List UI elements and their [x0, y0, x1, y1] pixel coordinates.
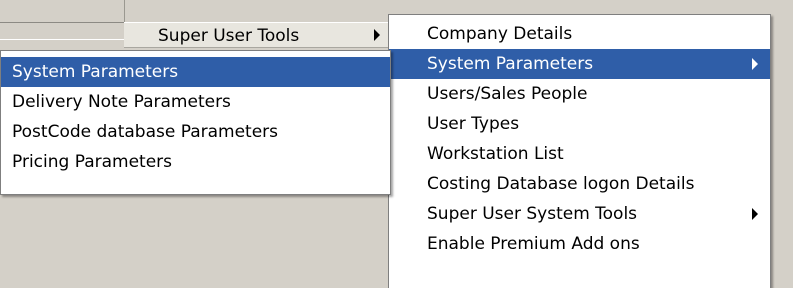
- menu-item-label: PostCode database Parameters: [12, 122, 279, 142]
- menu-item-label: System Parameters: [12, 62, 179, 82]
- menu-item-company-details[interactable]: Company Details: [389, 19, 770, 49]
- menu-item-costing-database-logon-details[interactable]: Costing Database logon Details: [389, 169, 770, 199]
- menu-item-label: Pricing Parameters: [12, 152, 173, 172]
- menu-item-label: Costing Database logon Details: [427, 174, 695, 194]
- menu-item-label: System Parameters: [427, 54, 594, 74]
- menu-item-label: Workstation List: [427, 144, 564, 164]
- menu-item-super-user-tools[interactable]: Super User Tools: [124, 22, 392, 48]
- menu-item-label: Delivery Note Parameters: [12, 92, 231, 112]
- parent-menu-top-band: [0, 22, 124, 40]
- menu-item-user-types[interactable]: User Types: [389, 109, 770, 139]
- menu-item-label: User Types: [427, 114, 520, 134]
- menu-item-super-user-system-tools[interactable]: Super User System Tools: [389, 199, 770, 229]
- menu-item-users-sales-people[interactable]: Users/Sales People: [389, 79, 770, 109]
- submenu-arrow-icon: [374, 29, 380, 41]
- menu-item-workstation-list[interactable]: Workstation List: [389, 139, 770, 169]
- menu-item-label: Company Details: [427, 24, 573, 44]
- menu-item-enable-premium-add-ons[interactable]: Enable Premium Add ons: [389, 229, 770, 259]
- menu-item-system-parameters[interactable]: System Parameters: [1, 57, 390, 87]
- submenu-arrow-icon: [752, 58, 758, 70]
- menu-item-pricing-parameters[interactable]: Pricing Parameters: [1, 147, 390, 177]
- menu-item-label: Super User Tools: [158, 26, 300, 46]
- super-user-tools-submenu: Company Details System Parameters Users/…: [388, 14, 771, 288]
- system-parameters-flyout-menu: System Parameters Delivery Note Paramete…: [0, 50, 391, 195]
- menu-item-system-parameters[interactable]: System Parameters: [389, 49, 770, 79]
- menu-item-delivery-note-parameters[interactable]: Delivery Note Parameters: [1, 87, 390, 117]
- menu-item-label: Enable Premium Add ons: [427, 234, 640, 254]
- menu-item-postcode-database-parameters[interactable]: PostCode database Parameters: [1, 117, 390, 147]
- menu-item-label: Super User System Tools: [427, 204, 638, 224]
- submenu-arrow-icon: [752, 208, 758, 220]
- parent-menu-top-frame: [0, 0, 125, 44]
- menu-item-label: Users/Sales People: [427, 84, 588, 104]
